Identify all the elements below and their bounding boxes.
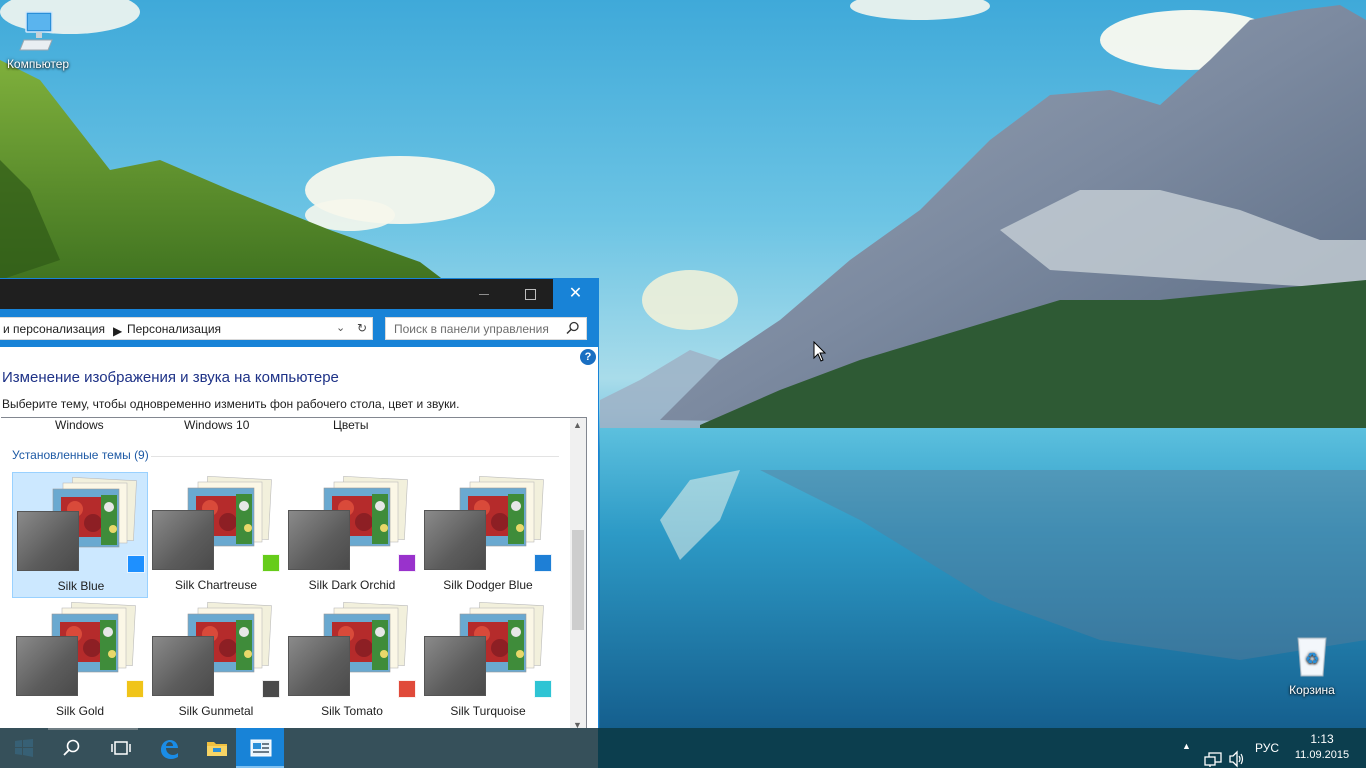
start-button[interactable] (0, 728, 48, 768)
start-icon (15, 739, 33, 757)
installed-themes-group-label: Установленные темы (9) (12, 448, 149, 462)
file-explorer-icon (207, 742, 227, 756)
theme-thumbnail (152, 476, 280, 572)
theme-color-swatch (398, 554, 416, 572)
svg-text:♻: ♻ (1305, 649, 1319, 668)
window-titlebar[interactable]: ✕ (0, 279, 598, 309)
refresh-icon[interactable]: ↻ (357, 321, 367, 335)
input-language-indicator[interactable]: РУС (1255, 741, 1279, 768)
maximize-button[interactable] (507, 279, 553, 309)
taskbar: ▲ РУС 1:13 11.09.2015 (0, 728, 1366, 768)
theme-tile[interactable]: Silk Dark Orchid (284, 472, 420, 598)
theme-name: Silk Gunmetal (178, 704, 254, 718)
search-icon[interactable] (566, 321, 580, 335)
computer-icon (0, 10, 76, 55)
desktop-icon-label: Компьютер (6, 57, 70, 71)
theme-name: Silk Chartreuse (174, 578, 258, 592)
show-hidden-icons-icon[interactable]: ▲ (1182, 741, 1191, 768)
task-view-icon (111, 741, 131, 755)
theme-color-swatch (126, 680, 144, 698)
close-button[interactable]: ✕ (553, 279, 598, 309)
theme-name: Silk Gold (55, 704, 105, 718)
theme-thumbnail (152, 602, 280, 698)
theme-list: Windows Windows 10 Цветы Установленные т… (1, 417, 587, 735)
clock[interactable]: 1:13 11.09.2015 (1290, 728, 1354, 768)
content-area: ? Изменение изображения и звука на компь… (0, 347, 598, 735)
theme-thumbnail (424, 476, 552, 572)
taskbar-search-button[interactable] (48, 728, 96, 768)
theme-name: Silk Dark Orchid (308, 578, 396, 592)
page-title: Изменение изображения и звука на компьют… (2, 369, 339, 386)
theme-column-header: Windows (55, 418, 104, 432)
theme-color-swatch (262, 554, 280, 572)
scrollbar-thumb[interactable] (572, 530, 584, 630)
recycle-bin-icon: ♻ (1274, 634, 1350, 681)
edge-button[interactable] (144, 728, 192, 768)
theme-name: Silk Blue (57, 579, 105, 593)
theme-column-header: Windows 10 (184, 418, 250, 432)
clock-time: 1:13 (1310, 732, 1334, 746)
search-icon (63, 739, 80, 756)
theme-column-header: Цветы (333, 418, 369, 432)
control-panel-taskbar-button[interactable] (236, 728, 284, 768)
page-subtitle: Выберите тему, чтобы одновременно измени… (2, 397, 460, 411)
clock-date: 11.09.2015 (1294, 749, 1350, 761)
scroll-up-icon[interactable]: ▲ (573, 420, 582, 430)
control-panel-icon (250, 739, 272, 757)
personalization-window: ✕ и персонализация ▶ Персонализация ⌄ ↻ … (0, 278, 599, 735)
minimize-button[interactable] (461, 279, 507, 309)
desktop-icon-recycle-bin[interactable]: ♻ Корзина (1274, 634, 1350, 697)
theme-name: Silk Dodger Blue (443, 578, 533, 592)
theme-thumbnail (17, 477, 145, 573)
desktop-icon-label: Корзина (1289, 683, 1335, 697)
theme-tile[interactable]: Silk Dodger Blue (420, 472, 556, 598)
navigation-bar: и персонализация ▶ Персонализация ⌄ ↻ (0, 309, 598, 347)
theme-thumbnail (16, 602, 144, 698)
theme-color-swatch (127, 555, 145, 573)
theme-name: Silk Turquoise (450, 704, 526, 718)
volume-icon[interactable] (1228, 739, 1246, 768)
mouse-cursor-icon (813, 341, 827, 362)
theme-tile[interactable]: Silk Gold (12, 598, 148, 724)
theme-color-swatch (398, 680, 416, 698)
search-box[interactable] (385, 317, 587, 340)
theme-tile[interactable]: Silk Tomato (284, 598, 420, 724)
group-divider (151, 456, 559, 457)
chevron-down-icon[interactable]: ⌄ (336, 321, 345, 334)
theme-thumbnail (424, 602, 552, 698)
theme-color-swatch (534, 554, 552, 572)
close-icon: ✕ (568, 285, 583, 302)
network-icon[interactable] (1204, 740, 1222, 768)
file-explorer-button[interactable] (192, 728, 240, 768)
theme-thumbnail (288, 476, 416, 572)
theme-name: Silk Tomato (321, 704, 383, 718)
breadcrumb-item[interactable]: и персонализация (3, 322, 105, 336)
edge-icon (161, 740, 178, 759)
vertical-scrollbar[interactable]: ▲ ▼ (570, 418, 586, 734)
breadcrumb-item-current[interactable]: Персонализация (127, 322, 221, 336)
desktop-icon-computer[interactable]: Компьютер (0, 10, 76, 71)
task-view-button[interactable] (96, 728, 144, 768)
theme-tile[interactable]: Silk Chartreuse (148, 472, 284, 598)
chevron-right-icon[interactable]: ▶ (113, 324, 122, 338)
theme-color-swatch (262, 680, 280, 698)
theme-tile[interactable]: Silk Turquoise (420, 598, 556, 724)
theme-color-swatch (534, 680, 552, 698)
theme-tile[interactable]: Silk Blue (12, 472, 148, 598)
help-icon[interactable]: ? (580, 349, 596, 365)
breadcrumb[interactable]: и персонализация ▶ Персонализация ⌄ ↻ (0, 317, 373, 340)
search-input[interactable] (386, 318, 561, 339)
theme-tile[interactable]: Silk Gunmetal (148, 598, 284, 724)
theme-thumbnail (288, 602, 416, 698)
